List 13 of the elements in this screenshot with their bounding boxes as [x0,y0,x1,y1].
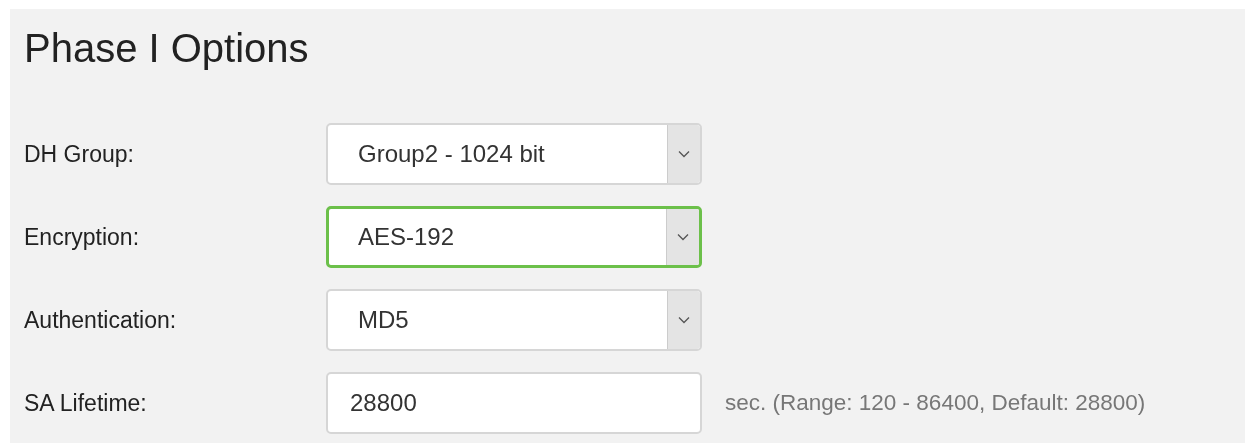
field-label: SA Lifetime: [24,389,148,417]
chevron-down-icon [677,233,689,241]
section-title: Phase I Options [24,25,310,72]
field-label: Encryption: [24,223,141,251]
field-label: Authentication: [24,306,178,334]
input-field[interactable]: 28800 [326,372,702,434]
dropdown-field[interactable]: MD5 [326,289,702,351]
chevron-down-icon [678,150,690,158]
dropdown-field[interactable]: Group2 - 1024 bit [326,123,702,185]
dropdown-field[interactable]: AES-192 [326,206,702,268]
field-label: DH Group: [24,140,135,168]
hint-text: sec. (Range: 120 - 86400, Default: 28800) [725,390,1146,416]
chevron-down-icon [678,316,690,324]
